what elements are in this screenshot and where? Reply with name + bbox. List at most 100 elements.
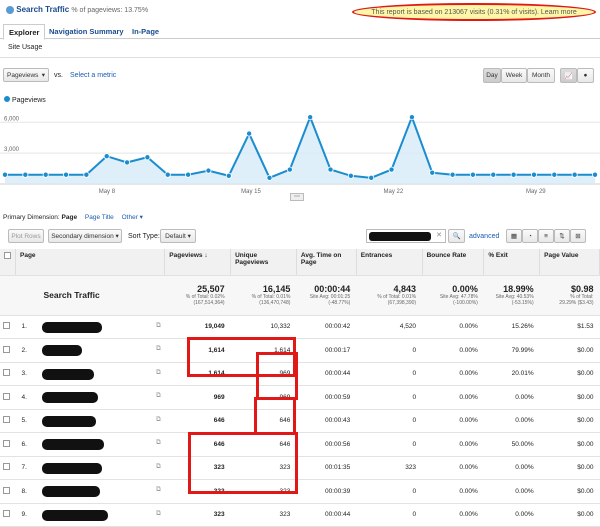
- redacted-page-url: [41, 439, 104, 450]
- dimension-page-title[interactable]: Page Title: [85, 214, 114, 221]
- table-row[interactable]: 8. ⧉ 323 323 00:00:39 0 0.00% 0.00% $0.00: [0, 479, 600, 504]
- report-title: Search Traffic % of pageviews: 13.75%: [6, 5, 148, 14]
- secondary-dimension-select[interactable]: Secondary dimension ▾: [48, 229, 122, 243]
- open-link-icon[interactable]: ⧉: [156, 392, 161, 400]
- sort-desc-icon: ↓: [204, 252, 208, 259]
- row-checkbox[interactable]: [0, 385, 16, 410]
- pivot-view-icon[interactable]: ⊞: [570, 229, 586, 243]
- row-checkbox[interactable]: [0, 315, 16, 339]
- row-index: 1.: [21, 323, 27, 331]
- totals-value: 18.99%: [503, 284, 534, 294]
- cell--exit: 0.00%: [483, 479, 540, 504]
- data-point: [185, 171, 192, 178]
- pie-view-icon[interactable]: ◔: [522, 229, 538, 243]
- annotation-box: [254, 397, 296, 435]
- totals-cell: 25,507% of Total: 0.02% (167,514,364): [164, 275, 231, 316]
- page-cell[interactable]: 1. ⧉: [15, 315, 165, 339]
- page-cell[interactable]: 6. ⧉: [15, 432, 165, 457]
- col-entrances[interactable]: Entrances: [356, 249, 423, 276]
- open-link-icon[interactable]: ⧉: [156, 439, 161, 447]
- tab-navigation-summary[interactable]: Navigation Summary: [44, 24, 129, 40]
- totals-cell: 4,843% of Total: 0.01% (67,398,390): [356, 275, 423, 316]
- data-point: [42, 171, 49, 178]
- table-row[interactable]: 9. ⧉ 323 323 00:00:44 0 0.00% 0.00% $0.00: [0, 503, 600, 527]
- col-page[interactable]: Page: [15, 249, 166, 276]
- page-cell[interactable]: 5. ⧉: [15, 409, 165, 433]
- col-pageviews[interactable]: Pageviews ↓: [164, 249, 232, 276]
- cell--exit: 0.00%: [483, 503, 540, 527]
- open-link-icon[interactable]: ⧉: [156, 369, 161, 377]
- sort-type-select[interactable]: Default ▾: [160, 229, 196, 243]
- week-button[interactable]: Week: [501, 68, 527, 83]
- x-tick-label: May 8: [99, 189, 116, 195]
- row-checkbox[interactable]: [0, 479, 16, 504]
- chevron-down-icon: ▾: [187, 233, 191, 240]
- page-cell[interactable]: 9. ⧉: [15, 503, 165, 527]
- cell-page-value: $0.00: [539, 338, 600, 363]
- month-button[interactable]: Month: [527, 68, 555, 83]
- pageviews-line-chart: 6,000 3,000 May 8 May 15 May 22 May 29: [0, 114, 600, 195]
- row-checkbox[interactable]: [0, 456, 16, 480]
- row-checkbox[interactable]: [0, 362, 16, 386]
- table-filter-input[interactable]: ✕: [366, 229, 446, 243]
- table-view-icon[interactable]: ▦: [506, 229, 522, 243]
- totals-cell: $0.98% of Total: 29.29% ($3.43): [539, 275, 600, 316]
- performance-view-icon[interactable]: ≡: [538, 229, 554, 243]
- tab-in-page[interactable]: In-Page: [127, 24, 164, 40]
- row-checkbox[interactable]: [0, 432, 16, 457]
- primary-dimension-row: Primary Dimension: Page Page Title Other…: [3, 213, 143, 221]
- open-link-icon[interactable]: ⧉: [156, 416, 161, 424]
- day-button[interactable]: Day: [483, 68, 501, 83]
- col-page-value[interactable]: Page Value: [539, 249, 600, 276]
- clear-icon[interactable]: ✕: [436, 231, 442, 239]
- col-avg-time[interactable]: Avg. Time on Page: [296, 249, 357, 276]
- motion-chart-icon[interactable]: ●: [577, 68, 594, 83]
- advanced-filter-link[interactable]: advanced: [469, 233, 499, 240]
- cell-bounce-rate: 0.00%: [422, 385, 484, 410]
- table-row[interactable]: 5. ⧉ 646 646 00:00:43 0 0.00% 0.00% $0.00: [0, 409, 600, 433]
- dimension-other[interactable]: Other ▾: [122, 214, 143, 221]
- open-link-icon[interactable]: ⧉: [156, 486, 161, 494]
- row-checkbox[interactable]: [0, 338, 16, 363]
- cell-unique-pageviews: 10,332: [230, 315, 297, 339]
- page-cell[interactable]: 8. ⧉: [15, 479, 165, 504]
- page-cell[interactable]: 7. ⧉: [15, 456, 165, 480]
- table-row[interactable]: 1. ⧉ 19,049 10,332 00:00:42 4,520 0.00% 15.26% $…: [0, 315, 600, 339]
- comparison-view-icon[interactable]: ⇅: [554, 229, 570, 243]
- open-link-icon[interactable]: ⧉: [156, 322, 161, 330]
- data-point: [469, 171, 476, 178]
- table-row[interactable]: 4. ⧉ 969 969 00:00:59 0 0.00% 0.00% $0.00: [0, 385, 600, 410]
- select-metric-link[interactable]: Select a metric: [70, 72, 116, 79]
- open-link-icon[interactable]: ⧉: [156, 345, 161, 353]
- col-unique-pageviews[interactable]: Unique Pageviews: [230, 249, 297, 276]
- metric-select[interactable]: Pageviews ▾: [3, 68, 49, 82]
- row-checkbox[interactable]: [0, 503, 16, 527]
- page-cell[interactable]: 3. ⧉: [15, 362, 165, 386]
- chart-resize-handle[interactable]: ⋯: [290, 193, 304, 201]
- sampling-notice[interactable]: This report is based on 213067 visits (0…: [352, 3, 596, 21]
- plot-rows-button[interactable]: Plot Rows: [8, 229, 44, 243]
- table-row[interactable]: 7. ⧉ 323 323 00:01:35 323 0.00% 0.00% $0.00: [0, 456, 600, 480]
- col-exit[interactable]: % Exit: [483, 249, 541, 276]
- cell-entrances: 0: [356, 385, 423, 410]
- chevron-down-icon: ▾: [41, 72, 45, 79]
- page-cell[interactable]: 4. ⧉: [15, 385, 165, 410]
- cell--exit: 79.99%: [483, 338, 540, 363]
- cell-page-value: $1.53: [539, 315, 600, 339]
- page-cell[interactable]: 2. ⧉: [15, 338, 165, 363]
- cell--exit: 0.00%: [483, 409, 540, 433]
- data-point: [307, 114, 314, 121]
- table-row[interactable]: 2. ⧉ 1,614 1,614 00:00:17 0 0.00% 79.99% $0.00: [0, 338, 600, 363]
- open-link-icon[interactable]: ⧉: [156, 463, 161, 471]
- row-checkbox[interactable]: [0, 409, 16, 433]
- open-link-icon[interactable]: ⧉: [156, 510, 161, 518]
- search-icon[interactable]: 🔍: [448, 229, 465, 243]
- subtab-site-usage[interactable]: Site Usage: [8, 44, 42, 51]
- table-row[interactable]: 6. ⧉ 646 646 00:00:56 0 0.00% 50.00% $0.00: [0, 432, 600, 457]
- col-bounce-rate[interactable]: Bounce Rate: [422, 249, 485, 276]
- table-row[interactable]: 3. ⧉ 1,614 969 00:00:44 0 0.00% 20.01% $0.00: [0, 362, 600, 386]
- tab-explorer[interactable]: Explorer: [3, 24, 46, 40]
- select-all-checkbox[interactable]: [0, 249, 16, 276]
- dimension-page[interactable]: Page: [62, 214, 78, 221]
- line-chart-icon[interactable]: 📈: [560, 68, 577, 83]
